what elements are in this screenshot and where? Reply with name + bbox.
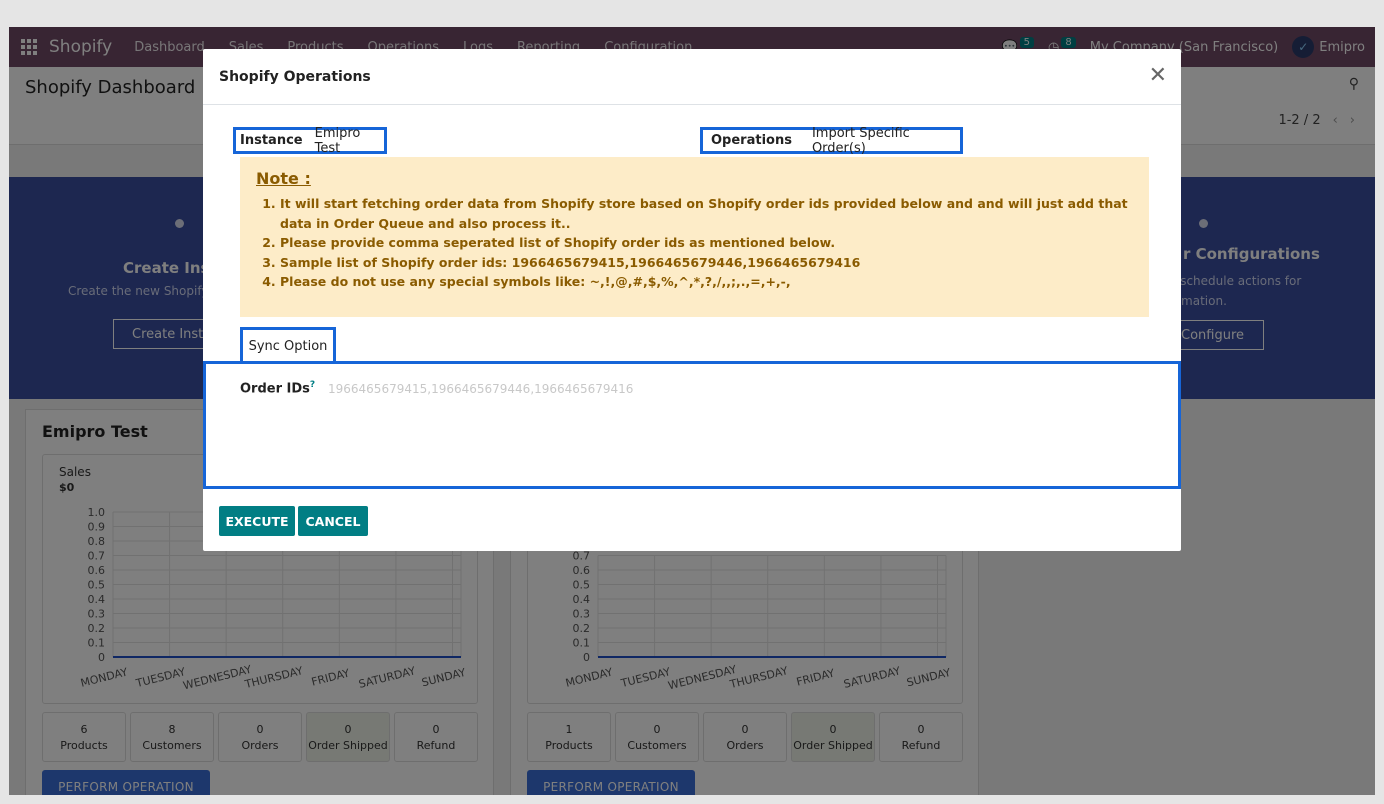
- note-item: Please provide comma seperated list of S…: [280, 233, 1133, 253]
- modal-footer: EXECUTE CANCEL: [219, 506, 368, 536]
- cancel-button[interactable]: CANCEL: [298, 506, 368, 536]
- order-ids-label: Order IDs?: [240, 380, 316, 397]
- execute-button[interactable]: EXECUTE: [219, 506, 295, 536]
- modal-header: Shopify Operations: [203, 49, 1181, 105]
- close-icon[interactable]: ✕: [1149, 65, 1167, 87]
- instance-field[interactable]: Instance Emipro Test: [233, 125, 387, 156]
- operations-field[interactable]: Operations Import Specific Order(s): [700, 125, 963, 156]
- operations-value: Import Specific Order(s): [811, 125, 910, 156]
- order-ids-input[interactable]: [328, 378, 1148, 400]
- note-item: Sample list of Shopify order ids: 196646…: [280, 253, 1133, 273]
- note-list: It will start fetching order data from S…: [256, 194, 1133, 292]
- operations-label: Operations: [711, 133, 792, 148]
- shopify-operations-dialog: Shopify Operations ✕ Instance Emipro Tes…: [203, 49, 1181, 551]
- note-item: It will start fetching order data from S…: [280, 194, 1133, 233]
- note-item: Please do not use any special symbols li…: [280, 272, 1133, 292]
- instance-label: Instance: [240, 133, 303, 148]
- note-title: Note :: [256, 169, 311, 188]
- app-frame: Shopify Dashboard Sales Products Operati…: [9, 27, 1375, 795]
- instance-value: Emipro Test: [314, 125, 361, 156]
- sync-option-panel: Order IDs?: [203, 361, 1181, 489]
- help-icon[interactable]: ?: [310, 380, 315, 390]
- modal-title: Shopify Operations: [219, 68, 371, 85]
- tab-sync-option[interactable]: Sync Option: [240, 327, 336, 363]
- note-box: Note : It will start fetching order data…: [240, 157, 1149, 317]
